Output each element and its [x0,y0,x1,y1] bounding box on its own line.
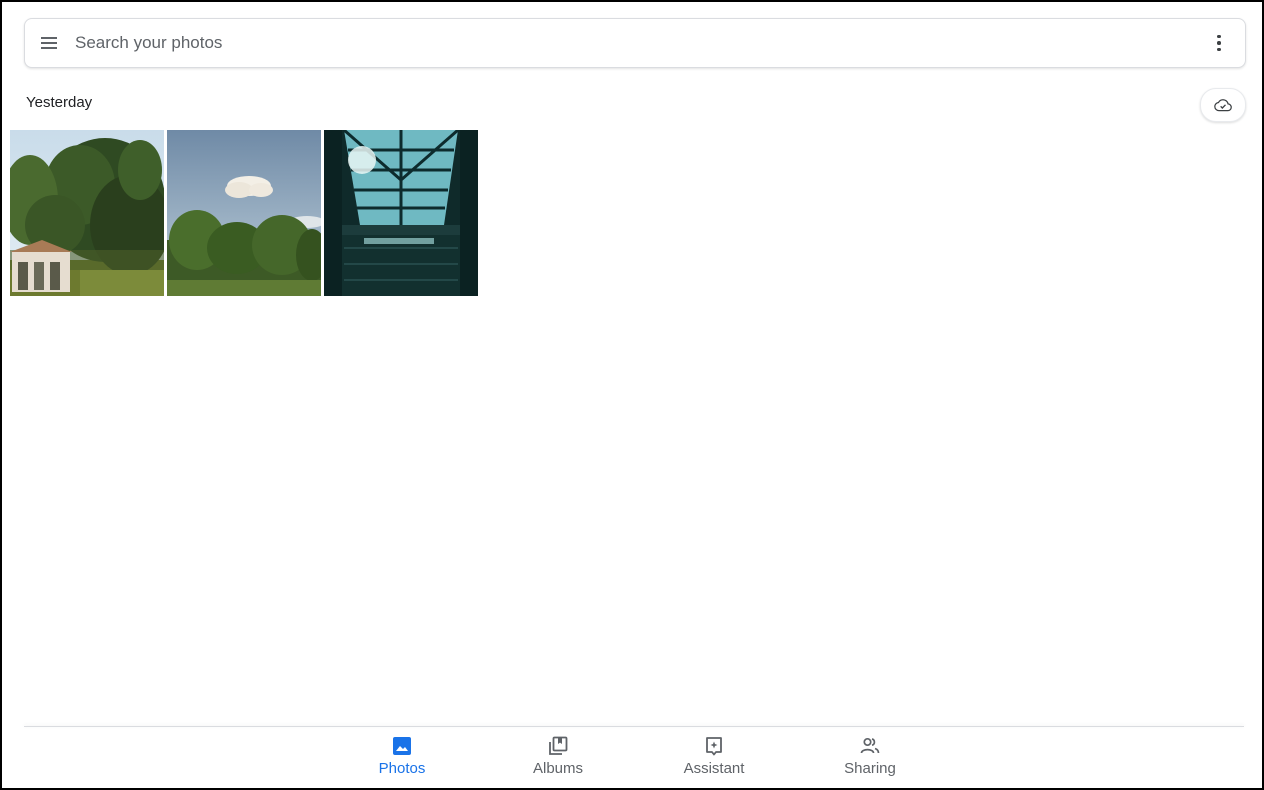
trees-gazebo-image [10,130,164,296]
photo-thumbnail[interactable] [10,130,164,296]
nav-label-sharing: Sharing [844,760,896,777]
photos-app: Yesterday [8,8,1258,786]
nav-tab-albums[interactable]: Albums [498,734,618,784]
search-bar[interactable] [24,18,1246,68]
photo-grid [10,130,478,296]
screen-frame: Yesterday [0,0,1264,790]
nav-label-photos: Photos [378,760,426,777]
cloud-done-icon [1214,99,1232,112]
bottom-nav-divider [24,726,1244,727]
people-icon [860,737,880,754]
nav-tab-photos[interactable]: Photos [342,734,462,784]
photo-icon [393,737,411,755]
search-input[interactable] [73,32,1207,54]
nav-tab-assistant[interactable]: Assistant [654,734,774,784]
nav-tab-sharing[interactable]: Sharing [810,734,930,784]
photo-thumbnail[interactable] [167,130,321,296]
photo-thumbnail[interactable] [324,130,478,296]
nav-label-assistant: Assistant [683,760,745,777]
backup-status-button[interactable] [1200,88,1246,122]
nav-label-albums: Albums [532,760,584,777]
glass-skylight-image [324,130,478,296]
section-date-heading: Yesterday [26,94,93,111]
more-options-icon[interactable] [1207,28,1231,58]
sky-cloud-trees-image [167,130,321,296]
bottom-navigation: Photos Albums Assistant Sharing [8,730,1258,786]
hamburger-menu-icon[interactable] [39,33,59,53]
album-icon [549,736,568,755]
assistant-icon [706,737,722,756]
